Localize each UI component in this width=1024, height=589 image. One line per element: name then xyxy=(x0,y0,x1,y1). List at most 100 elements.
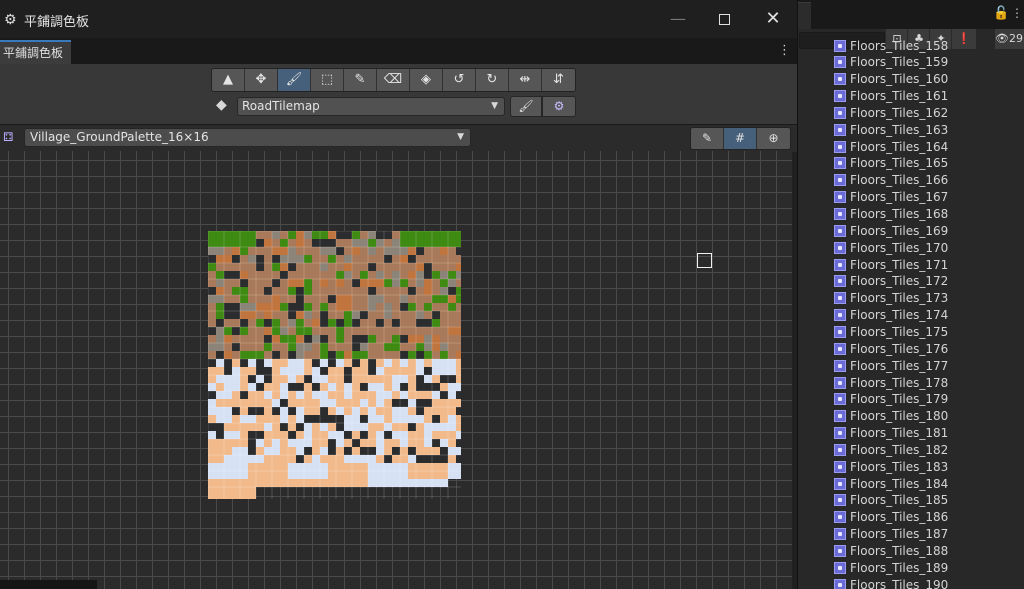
tile-asset-icon xyxy=(834,157,846,170)
list-item[interactable]: Floors_Tiles_163 xyxy=(834,121,948,138)
list-item[interactable]: Floors_Tiles_164 xyxy=(834,138,948,155)
list-item[interactable]: Floors_Tiles_166 xyxy=(834,172,948,189)
flip-y-tool-button[interactable]: ⇵ xyxy=(542,69,575,91)
list-item[interactable]: Floors_Tiles_173 xyxy=(834,290,948,307)
tile-asset-icon xyxy=(834,528,846,541)
maximize-button[interactable] xyxy=(704,2,744,36)
list-item[interactable]: Floors_Tiles_158 xyxy=(834,40,948,54)
tilesheet-preview[interactable] xyxy=(208,231,461,499)
tab-tile-palette[interactable]: 平鋪調色板 xyxy=(0,40,71,64)
list-item-label: Floors_Tiles_163 xyxy=(850,122,949,137)
tile-asset-icon xyxy=(834,578,846,589)
tile-asset-icon xyxy=(834,208,846,220)
edit-palette-button[interactable]: ✎ xyxy=(691,128,724,149)
box-fill-tool-icon: ⬚ xyxy=(320,72,334,87)
gizmo-toggle-button[interactable]: ⊕ xyxy=(757,128,790,149)
picker-tool-button[interactable]: ✎ xyxy=(344,69,377,91)
list-item[interactable]: Floors_Tiles_162 xyxy=(834,104,948,121)
flood-fill-tool-icon: ◈ xyxy=(421,72,431,87)
list-item[interactable]: Floors_Tiles_181 xyxy=(834,425,948,442)
list-item-label: Floors_Tiles_175 xyxy=(850,324,949,339)
list-item-label: Floors_Tiles_166 xyxy=(850,173,949,188)
list-item[interactable]: Floors_Tiles_182 xyxy=(834,441,948,458)
list-item[interactable]: Floors_Tiles_172 xyxy=(834,273,948,290)
picker-tool-icon: ✎ xyxy=(354,72,366,87)
grid-toggle-icon: # xyxy=(734,131,746,145)
flood-fill-tool-button[interactable]: ◈ xyxy=(410,69,443,91)
list-item-label: Floors_Tiles_186 xyxy=(850,510,949,525)
list-item[interactable]: Floors_Tiles_177 xyxy=(834,357,948,374)
list-item-label: Floors_Tiles_170 xyxy=(850,240,949,255)
list-item[interactable]: Floors_Tiles_168 xyxy=(834,206,948,223)
list-item-label: Floors_Tiles_161 xyxy=(850,89,949,104)
rotate-ccw-tool-button[interactable]: ↺ xyxy=(443,69,476,91)
list-item[interactable]: Floors_Tiles_161 xyxy=(834,88,948,105)
list-item[interactable]: Floors_Tiles_167 xyxy=(834,189,948,206)
list-item[interactable]: Floors_Tiles_171 xyxy=(834,256,948,273)
box-fill-tool-button[interactable]: ⬚ xyxy=(311,69,344,91)
active-tilemap-dropdown[interactable]: RoadTilemap ▼ xyxy=(237,97,505,116)
tile-asset-icon xyxy=(834,90,846,103)
list-item[interactable]: Floors_Tiles_179 xyxy=(834,391,948,408)
eraser-tool-button[interactable]: ⌫ xyxy=(377,69,410,91)
project-panel-tab[interactable] xyxy=(797,2,811,30)
list-item[interactable]: Floors_Tiles_165 xyxy=(834,155,948,172)
paint-brush-tool-button[interactable]: 🖌 xyxy=(278,69,311,91)
list-item[interactable]: Floors_Tiles_189 xyxy=(834,559,948,576)
rotate-ccw-tool-icon: ↺ xyxy=(453,72,465,87)
rotate-cw-tool-button[interactable]: ↻ xyxy=(476,69,509,91)
palette-dropdown[interactable]: Village_GroundPalette_16×16 ▼ xyxy=(24,128,471,147)
list-item-label: Floors_Tiles_169 xyxy=(850,223,949,238)
palette-icon: ⚃ xyxy=(3,130,14,144)
list-item[interactable]: Floors_Tiles_169 xyxy=(834,222,948,239)
tile-asset-icon xyxy=(834,342,846,355)
tile-asset-icon xyxy=(834,258,846,271)
tile-asset-icon xyxy=(834,140,846,153)
list-item[interactable]: Floors_Tiles_175 xyxy=(834,323,948,340)
list-item-label: Floors_Tiles_182 xyxy=(850,442,949,457)
dropdown-caret-icon: ▼ xyxy=(457,132,464,142)
list-item-label: Floors_Tiles_187 xyxy=(850,527,949,542)
flip-y-tool-icon: ⇵ xyxy=(553,72,564,87)
list-item[interactable]: Floors_Tiles_187 xyxy=(834,526,948,543)
tab-more-icon[interactable]: ⋮ xyxy=(778,42,791,60)
minimize-button[interactable]: — xyxy=(658,2,698,36)
flip-x-tool-button[interactable]: ⇹ xyxy=(509,69,542,91)
list-item[interactable]: Floors_Tiles_190 xyxy=(834,576,948,589)
list-item[interactable]: Floors_Tiles_178 xyxy=(834,374,948,391)
list-item[interactable]: Floors_Tiles_183 xyxy=(834,458,948,475)
list-item[interactable]: Floors_Tiles_159 xyxy=(834,54,948,71)
list-item[interactable]: Floors_Tiles_188 xyxy=(834,543,948,560)
list-item-label: Floors_Tiles_171 xyxy=(850,257,949,272)
tile-asset-icon xyxy=(834,511,846,524)
rotate-cw-tool-icon: ↻ xyxy=(486,72,498,87)
list-item[interactable]: Floors_Tiles_184 xyxy=(834,475,948,492)
list-item[interactable]: Floors_Tiles_174 xyxy=(834,307,948,324)
select-tool-button[interactable]: ▲ xyxy=(212,69,245,91)
list-item[interactable]: Floors_Tiles_170 xyxy=(834,239,948,256)
focus-brush-icon: 🖌 xyxy=(518,99,534,113)
palette-view-group: ✎ # ⊕ xyxy=(690,127,791,150)
tile-asset-icon xyxy=(834,427,846,440)
list-item-label: Floors_Tiles_181 xyxy=(850,426,949,441)
close-button[interactable]: ✕ xyxy=(752,2,794,36)
lock-icon[interactable]: 🔓 xyxy=(993,6,1009,21)
select-tool-icon: ▲ xyxy=(223,72,233,87)
palette-settings-button[interactable]: ⚙ xyxy=(542,96,576,117)
list-item-label: Floors_Tiles_178 xyxy=(850,375,949,390)
list-item[interactable]: Floors_Tiles_160 xyxy=(834,71,948,88)
panel-more-icon[interactable]: ⋮ xyxy=(1011,6,1023,20)
move-tool-button[interactable]: ✥ xyxy=(245,69,278,91)
list-item-label: Floors_Tiles_158 xyxy=(850,40,949,53)
tile-asset-icon xyxy=(834,241,846,254)
grid-toggle-button[interactable]: # xyxy=(724,128,757,149)
tile-asset-icon xyxy=(834,123,846,136)
list-item[interactable]: Floors_Tiles_180 xyxy=(834,408,948,425)
list-item[interactable]: Floors_Tiles_186 xyxy=(834,509,948,526)
list-item-label: Floors_Tiles_179 xyxy=(850,392,949,407)
focus-on-tilemap-button[interactable]: 🖌 xyxy=(510,96,542,117)
list-item-label: Floors_Tiles_167 xyxy=(850,190,949,205)
list-item[interactable]: Floors_Tiles_176 xyxy=(834,340,948,357)
list-item[interactable]: Floors_Tiles_185 xyxy=(834,492,948,509)
palette-canvas[interactable] xyxy=(0,151,792,589)
